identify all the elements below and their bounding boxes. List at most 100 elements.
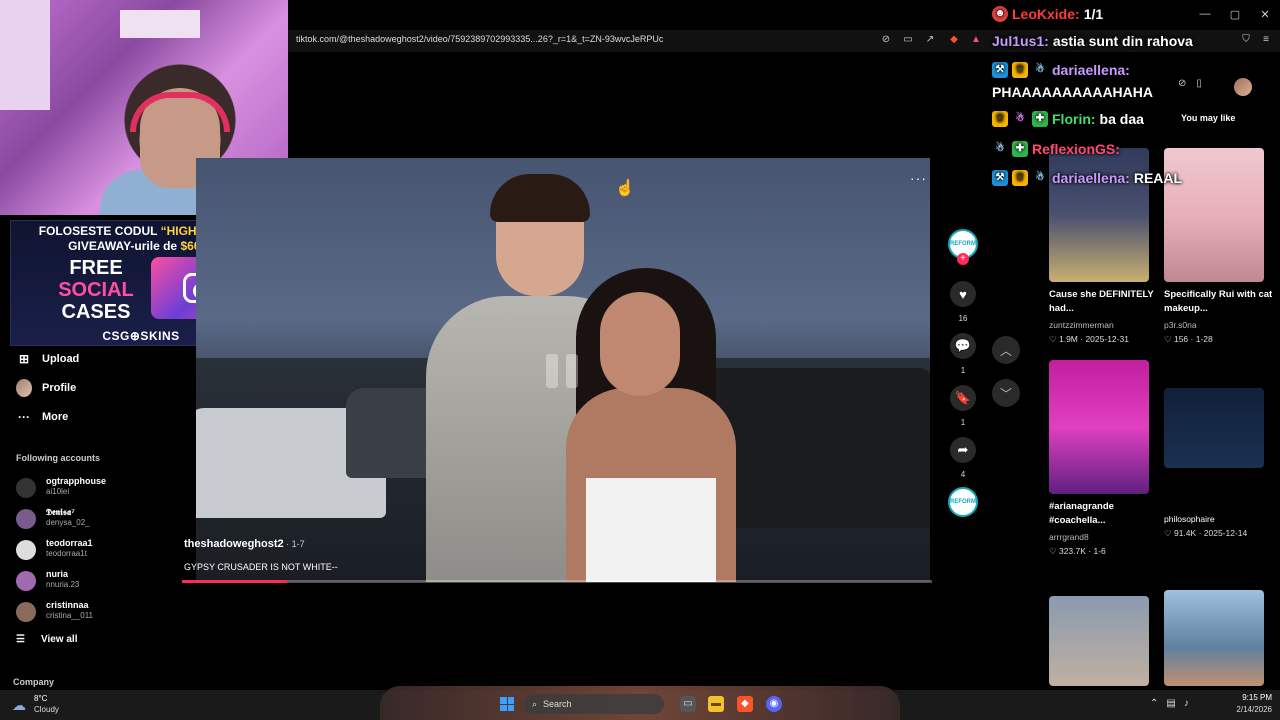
save-button[interactable]: 🔖 bbox=[950, 385, 976, 411]
network-icon[interactable]: ▤ bbox=[1166, 698, 1175, 709]
streamer-headset bbox=[130, 92, 230, 132]
task-view-icon[interactable]: ▭ bbox=[680, 696, 696, 712]
nav-profile-label: Profile bbox=[42, 382, 77, 394]
chevron-down-icon: ﹀ bbox=[999, 386, 1012, 401]
video-author[interactable]: theshadoweghost2 · 1-7 bbox=[184, 538, 305, 550]
video-progress-track[interactable] bbox=[182, 580, 932, 583]
brave-browser-icon[interactable]: ◆ bbox=[737, 696, 753, 712]
like-button[interactable]: ♥ bbox=[950, 281, 976, 307]
share-count: 4 bbox=[960, 470, 966, 479]
thumb-5[interactable] bbox=[1049, 596, 1149, 686]
comment-button[interactable]: 💬 bbox=[950, 333, 976, 359]
following-account[interactable]: nuria nnuria.23 bbox=[16, 567, 186, 595]
chat-message-2: Jul1us1: astia sunt din rahova bbox=[992, 33, 1193, 49]
menu-icon[interactable]: ≡ bbox=[1260, 34, 1272, 46]
pause-icon[interactable] bbox=[532, 348, 592, 396]
follow-plus-icon[interactable]: + bbox=[957, 253, 969, 265]
video-player[interactable] bbox=[196, 158, 930, 582]
video-date: · 1-7 bbox=[283, 539, 305, 549]
thumb-1-user[interactable]: zuntzzimmerman bbox=[1049, 320, 1114, 330]
thumb-1-title[interactable]: Cause she DEFINITELY had... bbox=[1049, 288, 1159, 316]
brave-shield-icon[interactable]: ◆ bbox=[948, 34, 960, 46]
view-all-button[interactable]: ☰ View all bbox=[16, 634, 77, 645]
video-progress-fill bbox=[182, 580, 287, 583]
share-button[interactable]: ➦ bbox=[950, 437, 976, 463]
url-text[interactable]: tiktok.com/@theshadoweghost2/video/75923… bbox=[296, 34, 663, 44]
taskbar-search[interactable]: ⌕ Search bbox=[524, 694, 664, 714]
plus-square-icon: ⊞ bbox=[18, 352, 30, 366]
file-explorer-icon[interactable]: ▬ bbox=[708, 696, 724, 712]
more-dots-icon: ··· bbox=[18, 410, 30, 424]
thumb-1-stats: ♡ 1.9M · 2025-12-31 bbox=[1049, 334, 1129, 344]
following-account[interactable]: ogtrapphouse ai10lei bbox=[16, 474, 186, 502]
save-count: 1 bbox=[960, 418, 966, 427]
bot-badge-icon: ☃ bbox=[995, 143, 1005, 154]
avatar bbox=[16, 509, 36, 529]
close-button[interactable]: ✕ bbox=[1258, 8, 1272, 21]
webcam-background-light bbox=[120, 10, 200, 38]
share-arrow-icon: ➦ bbox=[957, 442, 969, 457]
following-account[interactable]: 𝕯𝖊𝖓𝖎𝖘𝖆⁷ denysa_02_ bbox=[16, 505, 186, 533]
thumb-3[interactable] bbox=[1049, 360, 1149, 494]
screen-icon[interactable]: ▭ bbox=[902, 34, 914, 46]
sound-avatar[interactable]: REFORM bbox=[948, 487, 978, 517]
video-more-options[interactable]: ··· bbox=[910, 170, 927, 186]
share-icon[interactable]: ↗ bbox=[924, 34, 936, 46]
thumb-2[interactable] bbox=[1164, 148, 1264, 282]
nav-profile[interactable]: Profile bbox=[16, 378, 76, 398]
chat-message-6: ⚒ ♛ ☃ dariaellena: REAAL bbox=[992, 170, 1182, 186]
hand-cursor-icon: ☝ bbox=[615, 180, 635, 197]
footer-company[interactable]: Company bbox=[13, 677, 54, 687]
previous-video-button[interactable]: ︿ bbox=[992, 336, 1020, 364]
thumb-3-user[interactable]: arrrgrand8 bbox=[1049, 532, 1089, 542]
clock-time[interactable]: 9:15 PM bbox=[1236, 693, 1272, 702]
phone-icon[interactable]: ▯ bbox=[1196, 78, 1202, 89]
thumb-3-stats: ♡ 323.7K · 1-6 bbox=[1049, 546, 1106, 556]
weather-temp[interactable]: 8°C bbox=[34, 694, 47, 703]
following-account[interactable]: teodorraa1 teodorraa1t bbox=[16, 536, 186, 564]
user-avatar[interactable] bbox=[1234, 78, 1252, 96]
brave-rewards-icon[interactable]: ▲ bbox=[970, 34, 982, 46]
man-hair bbox=[490, 174, 590, 222]
discord-icon[interactable]: ◉ bbox=[766, 696, 782, 712]
following-account[interactable]: cristinnaa cristina__011 bbox=[16, 598, 186, 626]
heart-icon: ♥ bbox=[959, 286, 967, 302]
search-label: Search bbox=[543, 699, 572, 709]
comment-icon: 💬 bbox=[954, 338, 972, 353]
next-video-button[interactable]: ﹀ bbox=[992, 379, 1020, 407]
shield-icon[interactable]: ⛉ bbox=[1240, 34, 1252, 46]
maximize-button[interactable]: ▢ bbox=[1228, 8, 1242, 21]
nav-upload[interactable]: ⊞ Upload bbox=[16, 349, 79, 369]
clock-date[interactable]: 2/14/2026 bbox=[1222, 705, 1272, 714]
woman-face bbox=[600, 292, 680, 396]
nav-upload-label: Upload bbox=[42, 353, 80, 365]
no-camera-icon[interactable]: ⊘ bbox=[880, 34, 892, 46]
thumb-6[interactable] bbox=[1164, 590, 1264, 686]
weather-condition[interactable]: Cloudy bbox=[34, 705, 59, 714]
compass-icon[interactable]: ⊘ bbox=[1178, 78, 1186, 89]
thumb-3-title[interactable]: #arianagrande #coachella... bbox=[1049, 500, 1159, 528]
avatar-badge-icon: ☻ bbox=[992, 6, 1008, 22]
bot-badge-icon: ☃ bbox=[1035, 64, 1045, 75]
chevron-up-icon[interactable]: ⌃ bbox=[1150, 698, 1158, 709]
video-person-woman bbox=[566, 268, 746, 582]
chat-message-5: ☃ ✚ ReflexionGS: bbox=[992, 141, 1120, 157]
thumb-2-user[interactable]: p3r.s0na bbox=[1164, 320, 1197, 330]
windows-start-icon[interactable] bbox=[500, 697, 514, 711]
nav-more[interactable]: ··· More bbox=[16, 407, 68, 427]
following-accounts-title: Following accounts bbox=[16, 453, 101, 463]
minimize-button[interactable]: — bbox=[1198, 8, 1212, 20]
comment-count: 1 bbox=[960, 366, 966, 375]
volume-icon[interactable]: ♪ bbox=[1184, 698, 1189, 709]
list-icon: ☰ bbox=[16, 634, 25, 645]
thumb-1[interactable] bbox=[1049, 148, 1149, 282]
moderator-badge-icon: ⚒ bbox=[992, 170, 1008, 186]
thumb-4[interactable] bbox=[1164, 388, 1264, 468]
thumb-2-stats: ♡ 156 · 1-28 bbox=[1164, 334, 1213, 344]
account-name: nuria bbox=[46, 569, 69, 579]
search-icon: ⌕ bbox=[532, 698, 538, 709]
thumb-4-user[interactable]: philosophaire bbox=[1164, 514, 1215, 524]
account-name: cristinnaa bbox=[46, 600, 89, 610]
cloud-icon[interactable]: ☁ bbox=[12, 697, 26, 714]
thumb-2-title[interactable]: Specifically Rui with cat makeup... bbox=[1164, 288, 1274, 316]
